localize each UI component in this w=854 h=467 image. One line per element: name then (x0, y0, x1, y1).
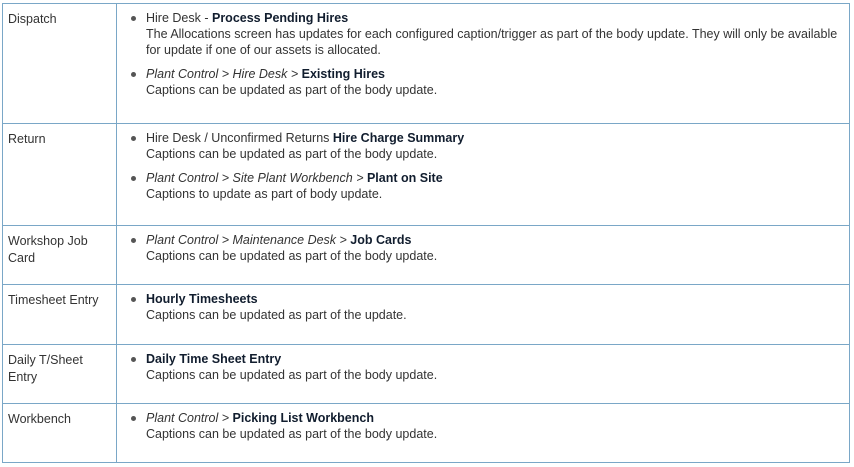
path-segment: > (218, 67, 233, 81)
row-label: Dispatch (2, 3, 117, 124)
row-content: Daily Time Sheet Entry Captions can be up… (116, 344, 850, 404)
path-segment: > (336, 233, 351, 247)
item-description: Captions to update as part of body updat… (146, 187, 383, 201)
bullet-list: Hire Desk / Unconfirmed Returns Hire Cha… (129, 130, 843, 202)
row-content: Plant Control > Maintenance Desk > Job C… (116, 225, 850, 285)
row-label: Workshop Job Card (2, 225, 117, 285)
screen-path: Hire Desk - Process Pending Hires (146, 10, 843, 26)
table-row-workshop-job-card: Workshop Job Card Plant Control > Mainte… (2, 225, 850, 285)
path-segment: > (218, 171, 233, 185)
path-segment: > (352, 171, 367, 185)
table-row-timesheet-entry: Timesheet Entry Hourly Timesheets Caption… (2, 284, 850, 345)
item-description: Captions can be updated as part of the u… (146, 308, 407, 322)
bullet-dot-icon (131, 136, 136, 141)
path-segment: Plant Control (146, 411, 219, 425)
screen-name: Picking List Workbench (232, 411, 374, 425)
list-item: Plant Control > Hire Desk > Existing Hir… (129, 66, 843, 98)
list-item: Hire Desk / Unconfirmed Returns Hire Cha… (129, 130, 843, 162)
screen-path: Hire Desk / Unconfirmed Returns Hire Cha… (146, 130, 843, 146)
item-description: Captions can be updated as part of the b… (146, 249, 438, 263)
screen-path: Daily Time Sheet Entry (146, 351, 843, 367)
path-segment: Hire Desk (146, 11, 201, 25)
table-row-daily-tsheet-entry: Daily T/Sheet Entry Daily Time Sheet Ent… (2, 344, 850, 404)
bullet-list: Hire Desk - Process Pending Hires The All… (129, 10, 843, 98)
list-item: Plant Control > Site Plant Workbench > P… (129, 170, 843, 202)
item-description: Captions can be updated as part of the b… (146, 427, 438, 441)
path-segment: Plant Control (146, 67, 219, 81)
screen-name: Process Pending Hires (211, 11, 349, 25)
screen-name: Hire Charge Summary (332, 131, 465, 145)
table-row-return: Return Hire Desk / Unconfirmed Returns H… (2, 123, 850, 226)
screen-path: Hourly Timesheets (146, 291, 843, 307)
bullet-dot-icon (131, 16, 136, 21)
caption-update-table: Dispatch Hire Desk - Process Pending Hir… (2, 3, 850, 463)
list-item: Plant Control > Picking List Workbench Ca… (129, 410, 843, 442)
list-item: Hourly Timesheets Captions can be updated… (129, 291, 843, 323)
screen-name: Job Cards (350, 233, 412, 247)
screen-name: Existing Hires (301, 67, 386, 81)
path-segment: Maintenance Desk (232, 233, 337, 247)
screen-path: Plant Control > Site Plant Workbench > P… (146, 170, 843, 186)
list-item: Hire Desk - Process Pending Hires The All… (129, 10, 843, 58)
path-segment: > (218, 233, 233, 247)
bullet-list: Plant Control > Maintenance Desk > Job C… (129, 232, 843, 264)
bullet-list: Daily Time Sheet Entry Captions can be up… (129, 351, 843, 383)
path-segment: Site Plant Workbench (232, 171, 353, 185)
row-label: Return (2, 123, 117, 226)
bullet-list: Hourly Timesheets Captions can be updated… (129, 291, 843, 323)
screen-path: Plant Control > Picking List Workbench (146, 410, 843, 426)
bullet-dot-icon (131, 72, 136, 77)
list-item: Plant Control > Maintenance Desk > Job C… (129, 232, 843, 264)
path-segment: > (287, 67, 302, 81)
screen-name: Hourly Timesheets (146, 292, 258, 306)
bullet-dot-icon (131, 238, 136, 243)
row-content: Plant Control > Picking List Workbench Ca… (116, 403, 850, 463)
screen-name: Plant on Site (366, 171, 443, 185)
path-segment: Hire Desk (232, 67, 288, 81)
list-item: Daily Time Sheet Entry Captions can be up… (129, 351, 843, 383)
table-body: Dispatch Hire Desk - Process Pending Hir… (2, 3, 850, 463)
row-label: Daily T/Sheet Entry (2, 344, 117, 404)
path-segment: Plant Control (146, 171, 219, 185)
row-label: Workbench (2, 403, 117, 463)
row-content: Hire Desk - Process Pending Hires The All… (116, 3, 850, 124)
item-description: Captions can be updated as part of the b… (146, 147, 438, 161)
table-row-workbench: Workbench Plant Control > Picking List W… (2, 403, 850, 463)
path-segment: Hire Desk / Unconfirmed Returns (146, 131, 333, 145)
item-description: Captions can be updated as part of the b… (146, 83, 438, 97)
path-segment: - (200, 11, 212, 25)
bullet-dot-icon (131, 297, 136, 302)
screen-name: Daily Time Sheet Entry (146, 352, 282, 366)
bullet-dot-icon (131, 176, 136, 181)
bullet-dot-icon (131, 416, 136, 421)
path-segment: Plant Control (146, 233, 219, 247)
screen-path: Plant Control > Hire Desk > Existing Hir… (146, 66, 843, 82)
row-content: Hire Desk / Unconfirmed Returns Hire Cha… (116, 123, 850, 226)
table-row-dispatch: Dispatch Hire Desk - Process Pending Hir… (2, 3, 850, 124)
screen-path: Plant Control > Maintenance Desk > Job C… (146, 232, 843, 248)
row-label: Timesheet Entry (2, 284, 117, 345)
path-segment: > (218, 411, 233, 425)
bullet-list: Plant Control > Picking List Workbench Ca… (129, 410, 843, 442)
row-content: Hourly Timesheets Captions can be updated… (116, 284, 850, 345)
item-description: Captions can be updated as part of the b… (146, 368, 438, 382)
bullet-dot-icon (131, 357, 136, 362)
item-description: The Allocations screen has updates for e… (146, 27, 838, 57)
